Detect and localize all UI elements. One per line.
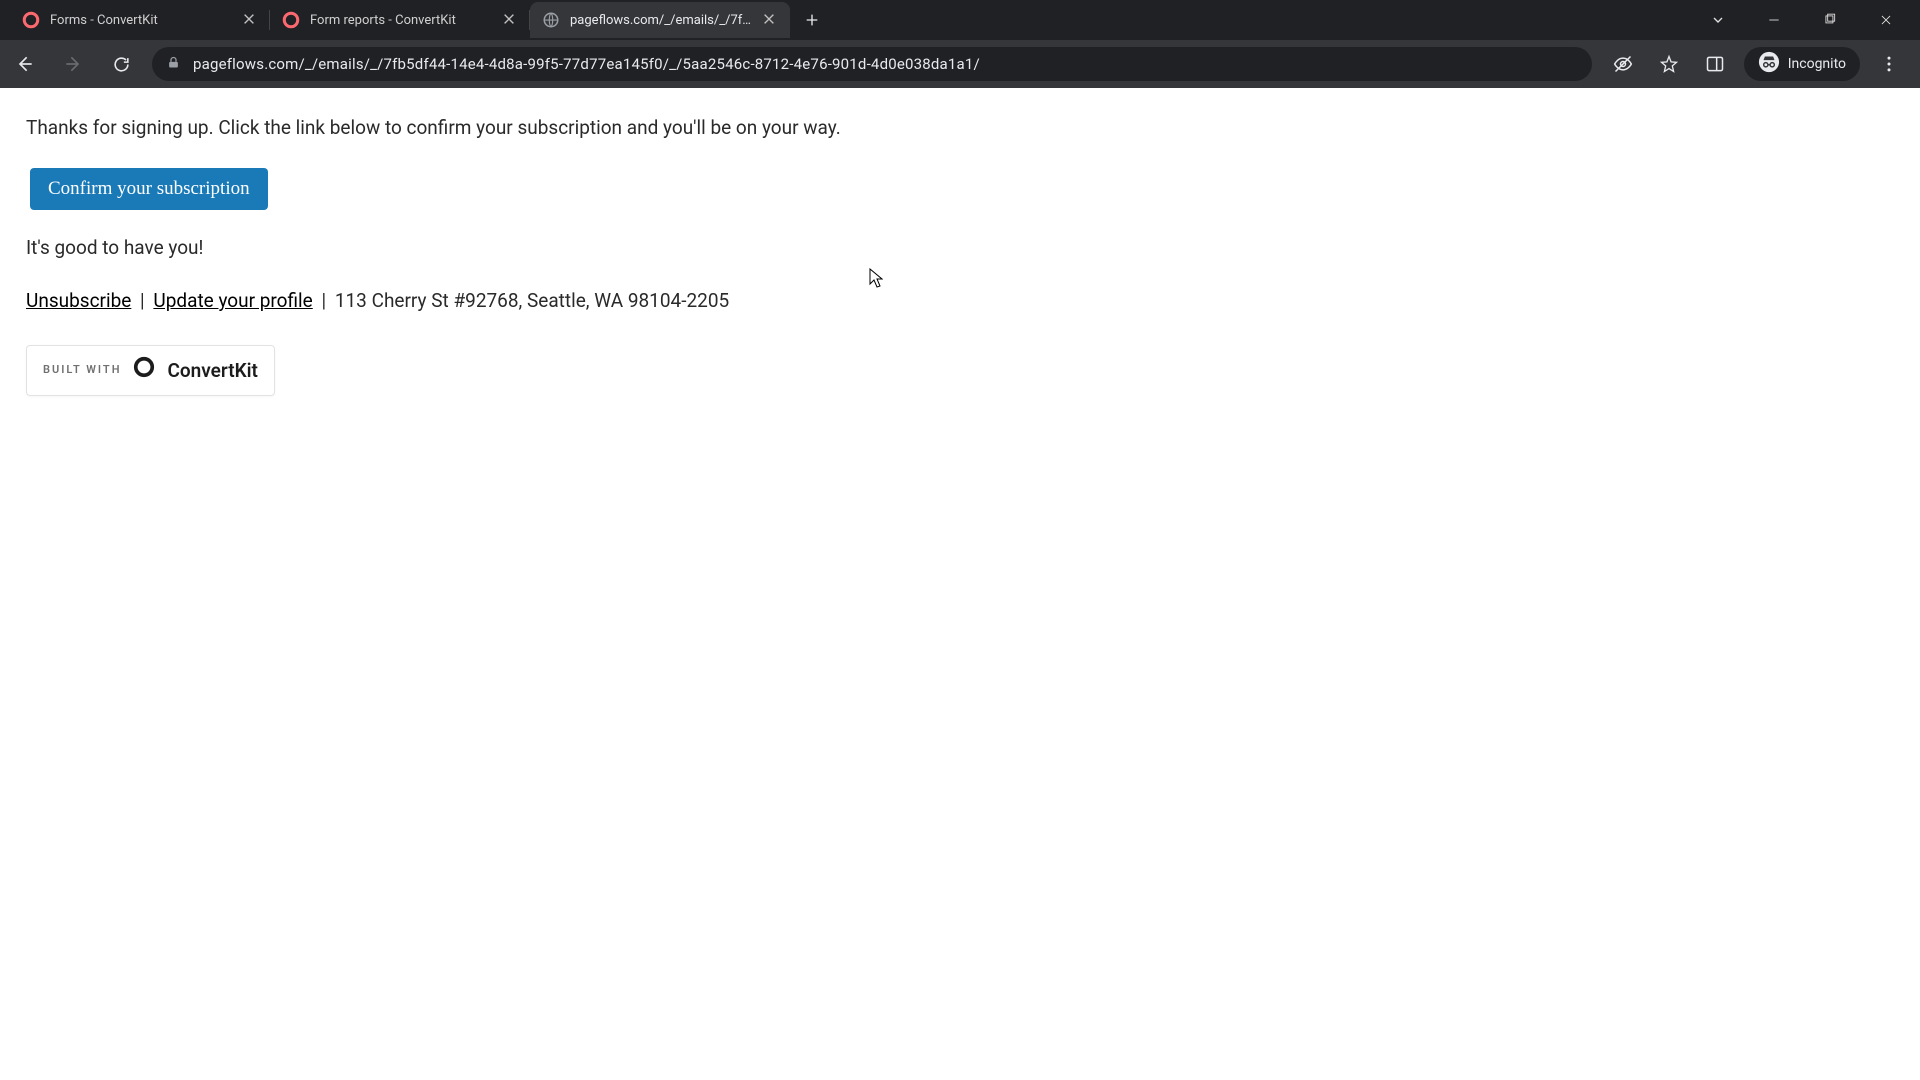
tab-title: pageflows.com/_/emails/_/7fb5d [570,13,752,28]
maximize-button[interactable] [1814,4,1846,36]
incognito-label: Incognito [1788,56,1846,72]
footer-line: Unsubscribe | Update your profile | 113 … [26,287,1894,315]
back-button[interactable] [8,47,42,81]
convertkit-logo-icon [133,356,155,386]
confirm-subscription-button[interactable]: Confirm your subscription [30,168,268,210]
tabstrip: Forms - ConvertKit Form reports - Conver… [0,0,1920,40]
bookmark-icon[interactable] [1652,47,1686,81]
tab-form-reports[interactable]: Form reports - ConvertKit [270,2,530,38]
kebab-menu-icon[interactable] [1872,47,1906,81]
intro-text: Thanks for signing up. Click the link be… [26,114,1894,142]
tab-search-button[interactable] [1702,4,1734,36]
forward-button[interactable] [56,47,90,81]
tab-title: Forms - ConvertKit [50,13,232,28]
browser-chrome: Forms - ConvertKit Form reports - Conver… [0,0,1920,88]
tab-forms[interactable]: Forms - ConvertKit [10,2,270,38]
url-text: pageflows.com/_/emails/_/7fb5df44-14e4-4… [193,55,1578,73]
unsubscribe-link[interactable]: Unsubscribe [26,289,131,312]
built-with-badge[interactable]: BUILT WITH ConvertKit [26,345,275,397]
tab-title: Form reports - ConvertKit [310,13,492,28]
email-body: Thanks for signing up. Click the link be… [0,88,1920,422]
convertkit-favicon [282,11,300,29]
address-bar[interactable]: pageflows.com/_/emails/_/7fb5df44-14e4-4… [152,47,1592,81]
reload-button[interactable] [104,47,138,81]
tab-pageflows[interactable]: pageflows.com/_/emails/_/7fb5d [530,2,790,38]
separator: | [317,289,331,312]
window-controls [1684,4,1920,36]
close-icon[interactable] [762,12,778,28]
close-icon[interactable] [502,12,518,28]
minimize-button[interactable] [1758,4,1790,36]
update-profile-link[interactable]: Update your profile [153,289,312,312]
greeting-text: It's good to have you! [26,234,1894,262]
toolbar-right: Incognito [1606,47,1912,81]
close-icon[interactable] [242,12,258,28]
close-window-button[interactable] [1870,4,1902,36]
cursor-icon [869,268,883,288]
separator: | [135,289,149,312]
side-panel-icon[interactable] [1698,47,1732,81]
globe-icon [542,11,560,29]
toolbar: pageflows.com/_/emails/_/7fb5df44-14e4-4… [0,40,1920,88]
lock-icon [166,55,181,74]
new-tab-button[interactable] [798,6,826,34]
mailing-address: 113 Cherry St #92768, Seattle, WA 98104-… [335,289,729,312]
convertkit-brand: ConvertKit [167,357,257,385]
convertkit-favicon [22,11,40,29]
incognito-icon [1758,51,1780,77]
incognito-chip[interactable]: Incognito [1744,47,1860,81]
cookie-blocked-icon[interactable] [1606,47,1640,81]
built-with-label: BUILT WITH [43,362,121,378]
